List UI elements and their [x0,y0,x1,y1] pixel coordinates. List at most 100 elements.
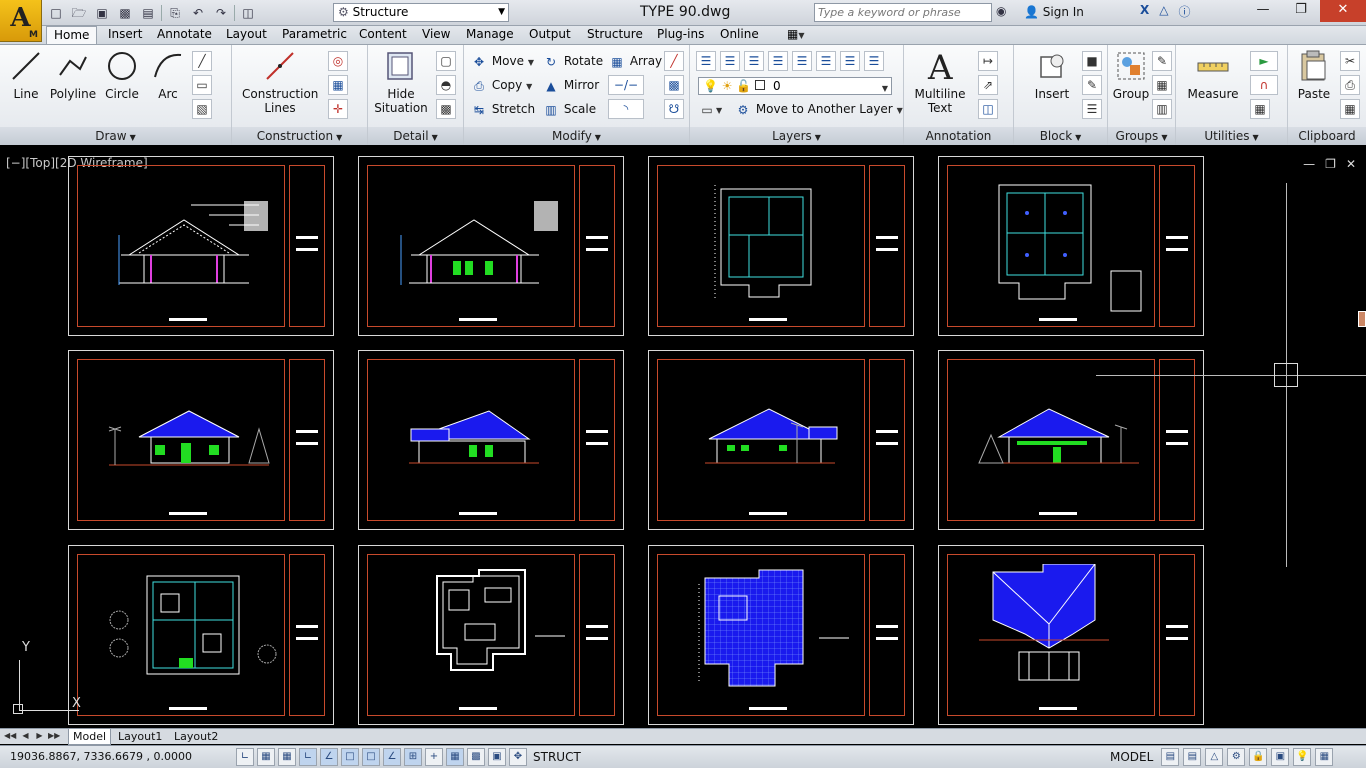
magnet-icon[interactable]: ∩ [1250,75,1278,95]
construction-lines-button[interactable]: Construction Lines [242,49,318,115]
restore-button[interactable]: ❐ [1282,0,1320,22]
group-select-icon[interactable]: ▥ [1152,99,1172,119]
clipboard-panel-title[interactable]: Clipboard [1288,127,1366,145]
layers-panel-title[interactable]: Layers ▼ [690,127,903,145]
leader-icon[interactable]: ⇗ [978,75,998,95]
quick-view-drawings-icon[interactable]: ▤ [1183,748,1202,766]
first-tab-icon[interactable]: ◀◀ [4,730,16,742]
application-menu-button[interactable]: AM [0,0,42,42]
3d-osnap-icon[interactable]: □ [362,748,380,766]
struct-toggle[interactable]: STRUCT [533,750,581,764]
vp-minimize-button[interactable]: — [1303,157,1315,171]
binoculars-icon[interactable]: ◉ [996,4,1014,22]
tab-view[interactable]: View [415,26,457,44]
detail-tool-icon[interactable]: ▢ [436,51,456,71]
tab-layout1[interactable]: Layout1 [114,729,166,745]
group-button[interactable]: Group [1110,49,1152,101]
ungroup-icon[interactable]: ✎ [1152,51,1172,71]
help-icon[interactable]: ⓘ [1179,3,1191,20]
explode-icon[interactable]: ☋ [664,99,684,119]
paste-button[interactable]: Paste [1292,49,1336,101]
tab-layout2[interactable]: Layout2 [170,729,222,745]
lineweight-icon[interactable]: ▦ [446,748,464,766]
saveas-icon[interactable]: ▩ [115,4,135,22]
quick-view-layouts-icon[interactable]: ▤ [1161,748,1180,766]
snap-mode-icon[interactable]: ▦ [257,748,275,766]
drawing-sheet[interactable] [68,350,334,530]
ribbon-toggle-icon[interactable]: ▦▼ [780,26,812,44]
drawing-sheet[interactable] [648,156,914,336]
detail-section-icon[interactable]: ▩ [436,99,456,119]
drawing-sheet[interactable] [358,156,624,336]
print-icon[interactable]: ⎘ [165,4,185,22]
drawing-sheet[interactable] [938,156,1204,336]
match-properties-icon[interactable]: ▦ [1340,99,1360,119]
target-icon[interactable]: ◎ [328,51,348,71]
layer-properties-icon[interactable]: ☰ [696,51,716,71]
insert-button[interactable]: Insert [1024,49,1080,101]
construction-line-icon[interactable]: ╱ [192,51,212,71]
rotate-button[interactable]: ↻ Rotate [542,51,603,71]
create-block-icon[interactable]: ■ [1082,51,1102,71]
drawing-sheet[interactable] [358,545,624,725]
stretch-button[interactable]: ↹ Stretch [470,99,535,119]
model-space-toggle[interactable]: MODEL [1110,750,1153,764]
construction-panel-title[interactable]: Construction ▼ [232,127,367,145]
open-icon[interactable]: 🗁 [69,4,89,22]
table-icon[interactable]: ◫ [978,99,998,119]
grid-display-icon[interactable]: ▦ [278,748,296,766]
tab-structure[interactable]: Structure [580,26,650,44]
circle-button[interactable]: Circle [102,49,142,101]
hardware-accel-icon[interactable]: ▣ [1271,748,1290,766]
prev-tab-icon[interactable]: ◀ [20,730,31,742]
undo-icon[interactable]: ↶ [188,4,208,22]
close-button[interactable]: ✕ [1320,0,1366,22]
dynamic-input-icon[interactable]: + [425,748,443,766]
workspace-select[interactable]: ⚙ Structure ▼ [333,3,509,22]
object-snap-tracking-icon[interactable]: ∠ [383,748,401,766]
grid-icon[interactable]: ▦ [328,75,348,95]
tab-parametric[interactable]: Parametric [275,26,354,44]
drawing-sheet[interactable] [648,350,914,530]
detail-panel-title[interactable]: Detail ▼ [368,127,463,145]
plot-icon[interactable]: ▤ [138,4,158,22]
layer-isolate-icon[interactable]: ☰ [744,51,764,71]
tab-model[interactable]: Model [68,729,112,745]
hatch-icon[interactable]: ▧ [192,99,212,119]
annotation-scale-icon[interactable]: △ [1205,748,1224,766]
copy-clip-icon[interactable]: ⎙ [1340,75,1360,95]
coordinate-readout[interactable]: 19036.8867, 7336.6679 , 0.0000 [10,750,192,763]
layer-select[interactable]: 💡 ☀ 🔓 0 ▼ [698,77,892,95]
rectangle-icon[interactable]: ▭ [192,75,212,95]
next-tab-icon[interactable]: ▶ [34,730,45,742]
minimize-button[interactable]: — [1244,0,1282,22]
line-button[interactable]: Line [6,49,46,101]
chamfer-icon[interactable]: ◝ [608,99,644,119]
clean-screen-icon[interactable]: ▦ [1315,748,1334,766]
vp-restore-button[interactable]: ❐ [1325,157,1336,171]
scale-button[interactable]: ▥ Scale [542,99,596,119]
annotation-panel-title[interactable]: Annotation [904,127,1013,145]
block-attribute-icon[interactable]: ☰ [1082,99,1102,119]
tab-annotate[interactable]: Annotate [150,26,219,44]
polyline-button[interactable]: Polyline [48,49,98,101]
tab-home[interactable]: Home [46,26,98,44]
drawing-sheet[interactable] [68,156,334,336]
layer-lock-icon[interactable]: ☰ [840,51,860,71]
isolate-objects-icon[interactable]: 💡 [1293,748,1312,766]
move-to-layer-button[interactable]: ⚙ Move to Another Layer ▼ [734,99,903,119]
modify-panel-title[interactable]: Modify ▼ [464,127,689,145]
drawing-sheet[interactable] [938,350,1204,530]
drawing-sheet[interactable] [68,545,334,725]
workspace-switch-icon[interactable]: ⚙ [1227,748,1246,766]
tab-online[interactable]: Online [713,26,766,44]
layer-off-icon[interactable]: ☰ [816,51,836,71]
hide-situation-button[interactable]: Hide Situation [372,49,430,115]
edit-block-icon[interactable]: ✎ [1082,75,1102,95]
tab-manage[interactable]: Manage [459,26,521,44]
redo-icon[interactable]: ↷ [211,4,231,22]
drawing-sheet[interactable] [938,545,1204,725]
block-panel-title[interactable]: Block ▼ [1014,127,1107,145]
new-icon[interactable]: □ [46,4,66,22]
drawing-sheet[interactable] [358,350,624,530]
